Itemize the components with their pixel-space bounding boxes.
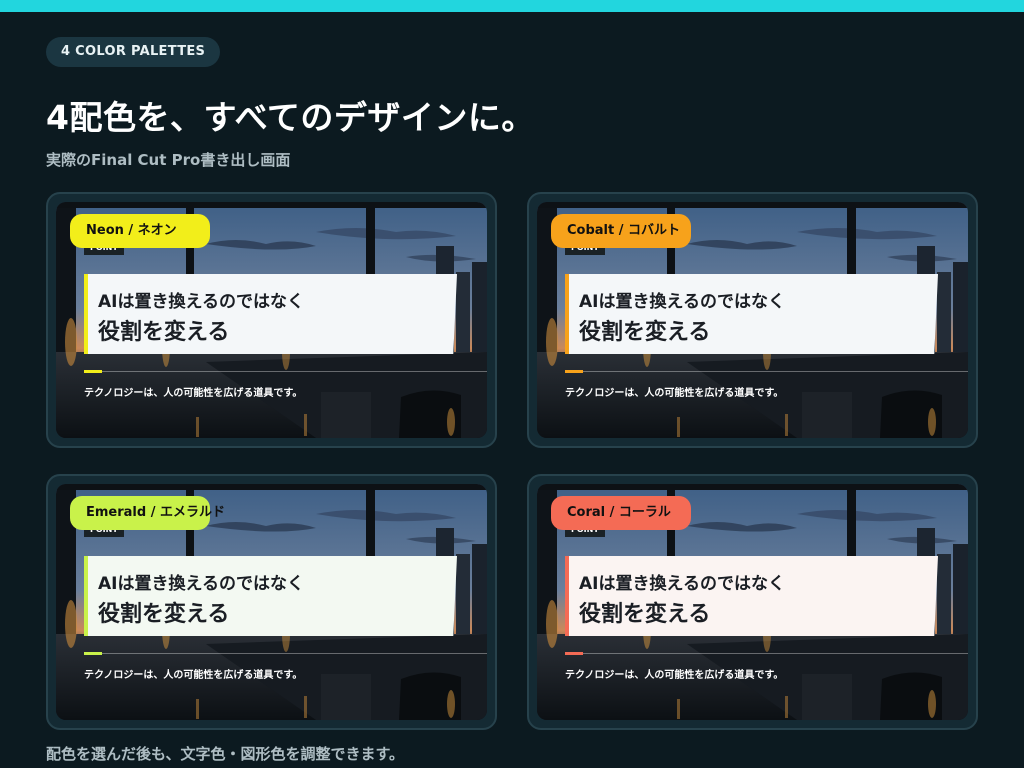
title-panel: AIは置き換えるのではなく 役割を変える (84, 556, 457, 636)
caption-text: テクノロジーは、人の可能性を広げる道具です。 (84, 670, 303, 681)
palette-tag: Cobalt / コバルト (551, 214, 691, 248)
panel-line-1: AIは置き換えるのではなく (579, 292, 785, 312)
panel-accent-bar (565, 274, 569, 354)
panel-accent-bar (565, 556, 569, 636)
title-panel: AIは置き換えるのではなく 役割を変える (565, 556, 938, 636)
panel-line-2: 役割を変える (98, 320, 230, 345)
caption-text: テクノロジーは、人の可能性を広げる道具です。 (84, 388, 303, 399)
preview-frame: Emerald / エメラルド POINT AIは置き換えるのではなく 役割を変… (56, 484, 487, 720)
panel-line-2: 役割を変える (98, 602, 230, 627)
divider-accent (84, 652, 102, 655)
panel-line-2: 役割を変える (579, 602, 711, 627)
divider-accent (565, 370, 583, 373)
palette-card-emerald: Emerald / エメラルド POINT AIは置き換えるのではなく 役割を変… (46, 474, 497, 730)
palette-tag: Emerald / エメラルド (70, 496, 225, 530)
divider-accent (565, 652, 583, 655)
footnote: 配色を選んだ後も、文字色・図形色を調整できます。 (46, 745, 405, 763)
section-badge: 4 COLOR PALETTES (46, 37, 221, 67)
panel-line-1: AIは置き換えるのではなく (98, 574, 304, 594)
title-panel: AIは置き換えるのではなく 役割を変える (84, 274, 457, 354)
palette-card-neon: Neon / ネオン POINT AIは置き換えるのではなく 役割を変える テク… (46, 192, 497, 448)
divider-line (565, 653, 968, 654)
title-panel: AIは置き換えるのではなく 役割を変える (565, 274, 938, 354)
divider-line (84, 653, 487, 654)
panel-line-1: AIは置き換えるのではなく (98, 292, 304, 312)
preview-frame: Neon / ネオン POINT AIは置き換えるのではなく 役割を変える テク… (56, 202, 487, 438)
palette-card-coral: Coral / コーラル POINT AIは置き換えるのではなく 役割を変える … (527, 474, 978, 730)
caption-text: テクノロジーは、人の可能性を広げる道具です。 (565, 388, 784, 399)
page-subtitle: 実際のFinal Cut Pro書き出し画面 (46, 151, 291, 169)
divider-line (84, 371, 487, 372)
preview-frame: Coral / コーラル POINT AIは置き換えるのではなく 役割を変える … (537, 484, 968, 720)
panel-accent-bar (84, 556, 88, 636)
panel-accent-bar (84, 274, 88, 354)
caption-text: テクノロジーは、人の可能性を広げる道具です。 (565, 670, 784, 681)
page-title: 4配色を、すべてのデザインに。 (46, 98, 535, 137)
top-accent-bar (0, 0, 1024, 12)
palette-card-cobalt: Cobalt / コバルト POINT AIは置き換えるのではなく 役割を変える… (527, 192, 978, 448)
panel-line-1: AIは置き換えるのではなく (579, 574, 785, 594)
divider-accent (84, 370, 102, 373)
palette-tag: Neon / ネオン (70, 214, 210, 248)
panel-line-2: 役割を変える (579, 320, 711, 345)
preview-frame: Cobalt / コバルト POINT AIは置き換えるのではなく 役割を変える… (537, 202, 968, 438)
palette-tag: Coral / コーラル (551, 496, 691, 530)
divider-line (565, 371, 968, 372)
